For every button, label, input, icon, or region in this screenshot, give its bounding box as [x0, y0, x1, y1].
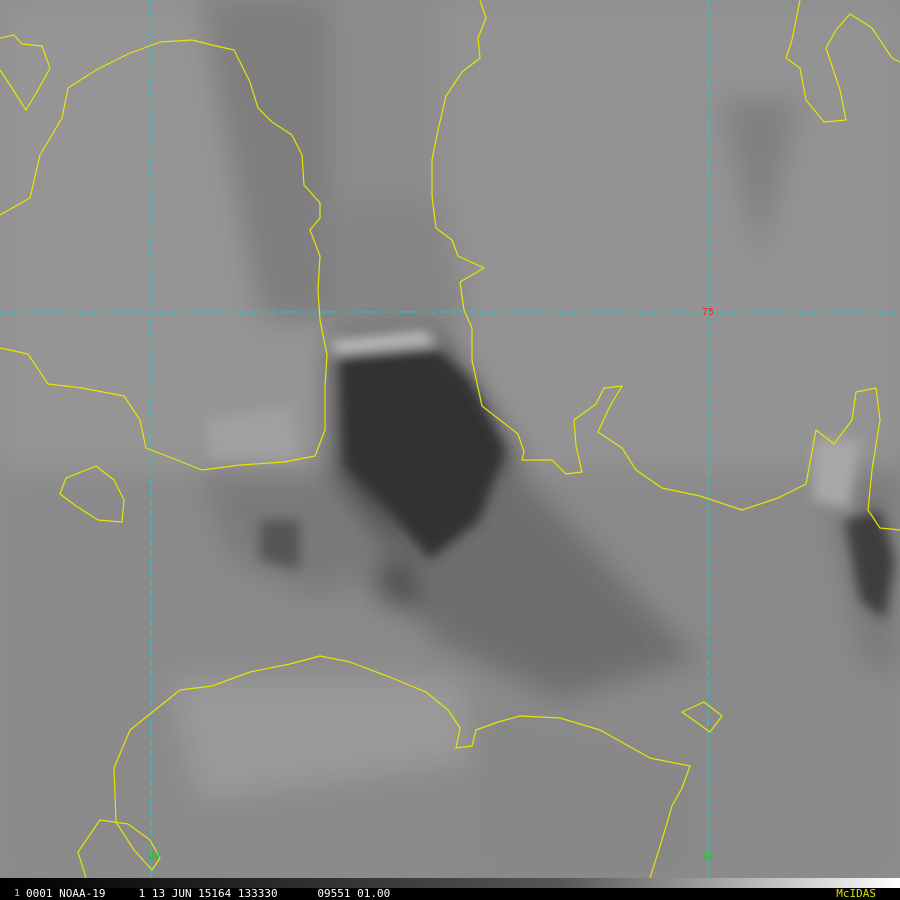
coastline-small-island-west	[59, 465, 125, 523]
coastline-top-left-islet	[0, 34, 51, 111]
coastline-northeast-island	[785, 0, 900, 123]
coastline-west-landmass	[0, 39, 328, 471]
grid-label-lat-90-right: 90	[702, 851, 714, 862]
status-bar: 1 0001 NOAA-19 1 13 JUN 15164 133330 095…	[0, 888, 900, 900]
grid-label-lat-90-left: 90	[148, 851, 160, 862]
coastline-east-landmass	[431, 0, 900, 531]
mcidas-brand: McIDAS	[836, 887, 876, 900]
frame-index: 1	[14, 888, 21, 899]
coastline-south-landmass	[77, 655, 691, 879]
coastline-south-islet	[681, 701, 723, 733]
satellite-image-viewer: 75 90 90 1 0001 NOAA-19 1 13 JUN 15164 1…	[0, 0, 900, 900]
grid-label-lat-75: 75	[702, 307, 714, 318]
map-overlay: 75 90 90	[0, 0, 900, 879]
image-metadata-line: 0001 NOAA-19 1 13 JUN 15164 133330 09551…	[26, 887, 391, 900]
